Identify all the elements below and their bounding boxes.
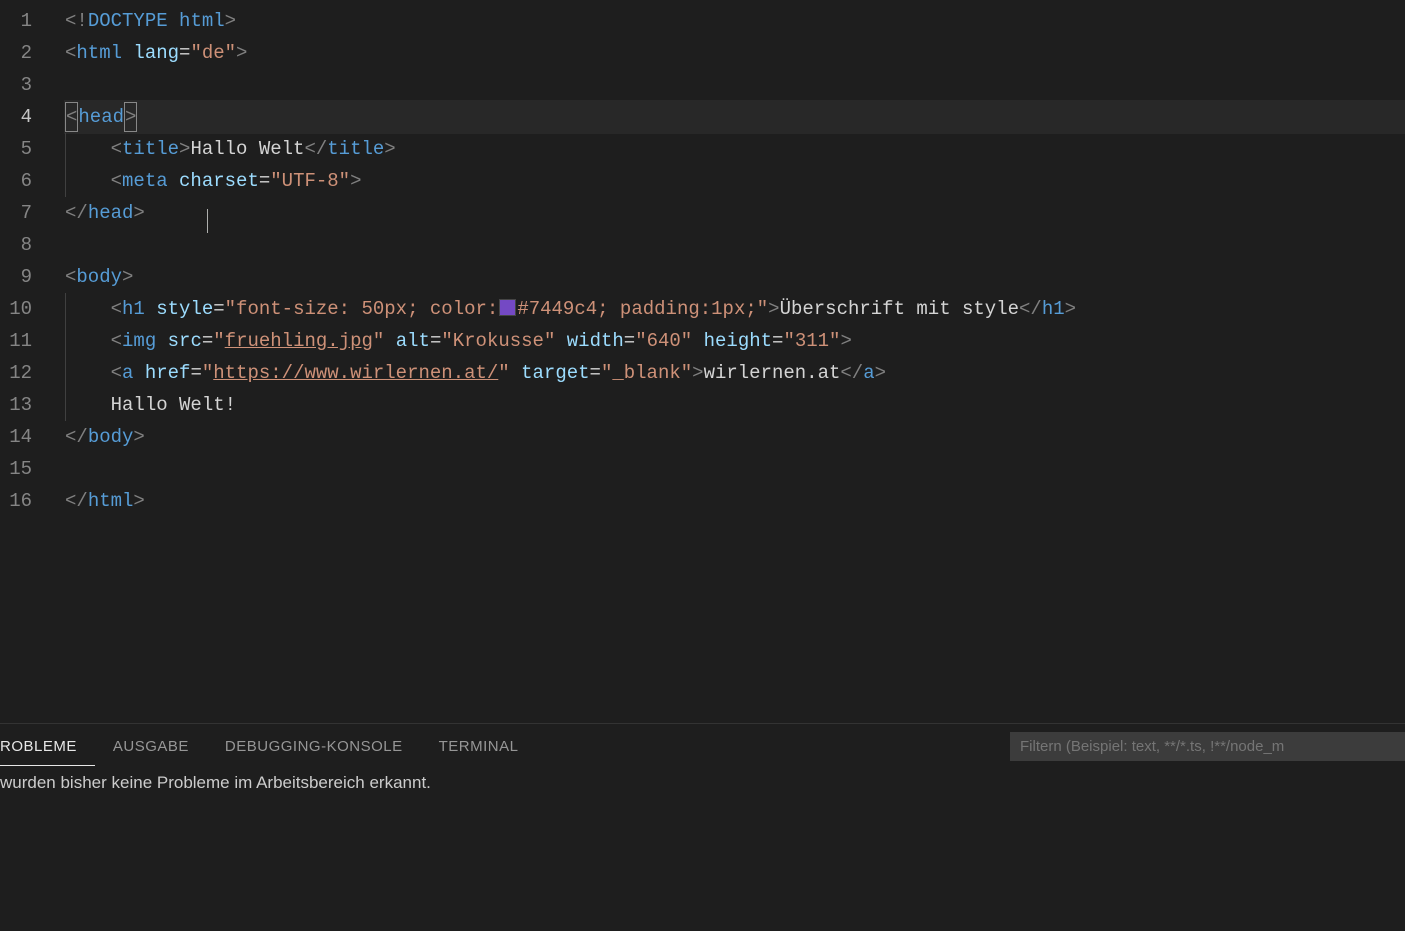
- line-number[interactable]: 16: [0, 485, 40, 517]
- editor-area: 1 2 3 4 5 6 7 8 9 10 11 12 13 14 15 16 <…: [0, 0, 1405, 723]
- code-line[interactable]: [65, 453, 1405, 485]
- tab-problems[interactable]: ROBLEME: [0, 728, 95, 766]
- code-line[interactable]: <body>: [65, 261, 1405, 293]
- code-editor[interactable]: <!DOCTYPE html> <html lang="de"> <head> …: [40, 0, 1405, 723]
- line-number[interactable]: 5: [0, 133, 40, 165]
- code-line[interactable]: <!DOCTYPE html>: [65, 5, 1405, 37]
- color-swatch-icon[interactable]: [499, 299, 516, 316]
- code-line[interactable]: [65, 229, 1405, 261]
- code-line[interactable]: [65, 69, 1405, 101]
- line-number[interactable]: 2: [0, 37, 40, 69]
- code-line[interactable]: </html>: [65, 485, 1405, 517]
- bottom-panel: ROBLEME AUSGABE DEBUGGING-KONSOLE TERMIN…: [0, 723, 1405, 931]
- tab-output[interactable]: AUSGABE: [113, 728, 207, 765]
- tab-debug-console[interactable]: DEBUGGING-KONSOLE: [225, 728, 421, 765]
- line-number[interactable]: 6: [0, 165, 40, 197]
- code-line[interactable]: </head>: [65, 197, 1405, 229]
- code-line[interactable]: </body>: [65, 421, 1405, 453]
- line-number[interactable]: 7: [0, 197, 40, 229]
- tab-terminal[interactable]: TERMINAL: [439, 728, 537, 765]
- line-number[interactable]: 11: [0, 325, 40, 357]
- line-number[interactable]: 1: [0, 5, 40, 37]
- code-line[interactable]: <html lang="de">: [65, 37, 1405, 69]
- line-number[interactable]: 9: [0, 261, 40, 293]
- panel-tabs: ROBLEME AUSGABE DEBUGGING-KONSOLE TERMIN…: [0, 724, 1405, 769]
- code-line[interactable]: <img src="fruehling.jpg" alt="Krokusse" …: [65, 325, 1405, 357]
- line-number-gutter: 1 2 3 4 5 6 7 8 9 10 11 12 13 14 15 16: [0, 0, 40, 723]
- line-number[interactable]: 13: [0, 389, 40, 421]
- code-line[interactable]: Hallo Welt!: [65, 389, 1405, 421]
- code-line-active[interactable]: <head>: [65, 101, 1405, 133]
- code-line[interactable]: <h1 style="font-size: 50px; color:#7449c…: [65, 293, 1405, 325]
- line-number[interactable]: 15: [0, 453, 40, 485]
- code-line[interactable]: <meta charset="UTF-8">: [65, 165, 1405, 197]
- line-number[interactable]: 8: [0, 229, 40, 261]
- line-number[interactable]: 3: [0, 69, 40, 101]
- line-number[interactable]: 12: [0, 357, 40, 389]
- line-number[interactable]: 10: [0, 293, 40, 325]
- line-number[interactable]: 14: [0, 421, 40, 453]
- filter-input[interactable]: [1010, 732, 1405, 761]
- line-number[interactable]: 4: [0, 101, 40, 133]
- panel-message: wurden bisher keine Probleme im Arbeitsb…: [0, 769, 1405, 931]
- code-line[interactable]: <title>Hallo Welt</title>: [65, 133, 1405, 165]
- code-line[interactable]: <a href="https://www.wirlernen.at/" targ…: [65, 357, 1405, 389]
